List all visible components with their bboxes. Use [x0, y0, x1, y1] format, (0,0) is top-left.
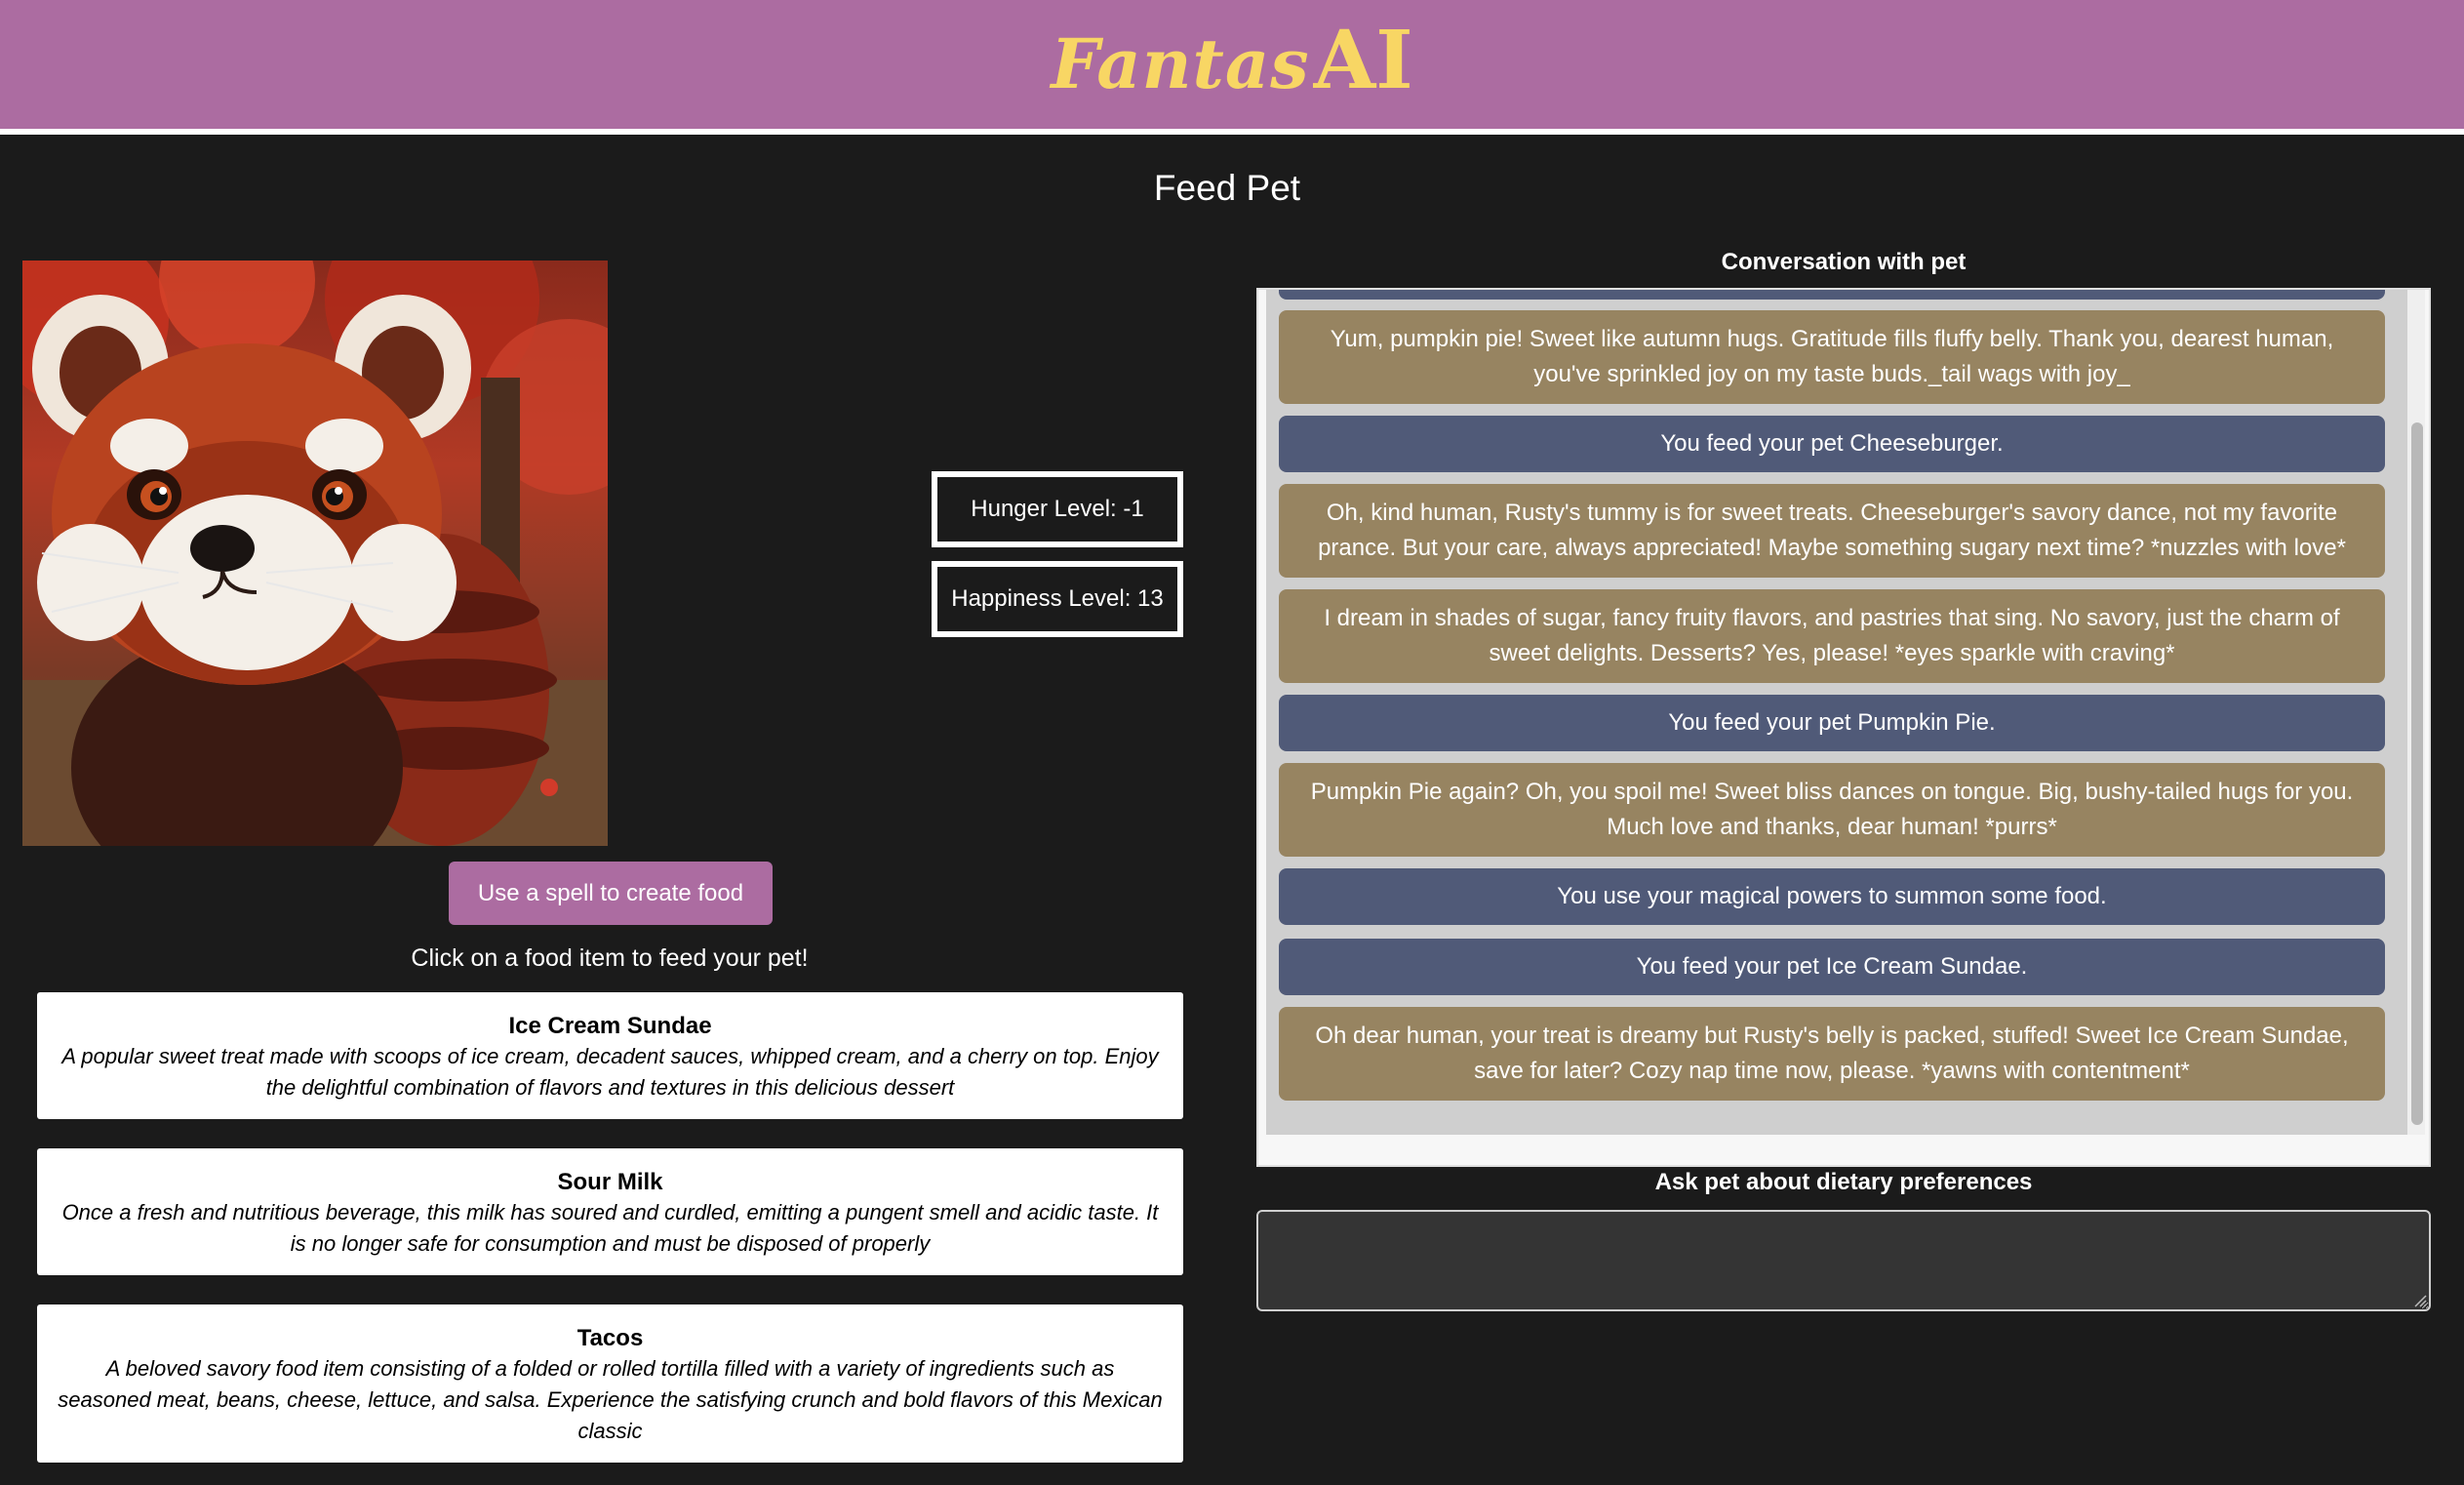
top-bar: FantasAI	[0, 0, 2464, 135]
chat-message-pet: Pumpkin Pie again? Oh, you spoil me! Swe…	[1279, 763, 2385, 857]
logo-ai-text: AI	[1313, 14, 1413, 107]
conversation-scrollbar[interactable]	[2407, 290, 2425, 1135]
chat-message-pet: Yum, pumpkin pie! Sweet like autumn hugs…	[1279, 310, 2385, 404]
red-panda-image	[22, 261, 608, 846]
conversation-label: Conversation with pet	[1721, 249, 1967, 275]
page-title: Feed Pet	[1153, 168, 1301, 208]
chat-message-user: You feed your pet Cheeseburger.	[1279, 416, 2385, 472]
app-logo[interactable]: FantasAI	[0, 14, 2464, 107]
scrollbar-thumb[interactable]	[2411, 422, 2423, 1125]
food-name: Tacos	[576, 1325, 644, 1351]
chat-message-pet: Oh, kind human, Rusty's tummy is for swe…	[1279, 484, 2385, 578]
ask-label: Ask pet about dietary preferences	[1654, 1169, 2033, 1195]
chat-message-user	[1279, 290, 2385, 300]
happiness-level: Happiness Level: 13	[932, 561, 1183, 637]
create-food-spell-button[interactable]: Use a spell to create food	[449, 862, 773, 925]
conversation-panel[interactable]: Yum, pumpkin pie! Sweet like autumn hugs…	[1256, 288, 2431, 1167]
conversation-list[interactable]: Yum, pumpkin pie! Sweet like autumn hugs…	[1266, 290, 2407, 1135]
chat-message-pet: I dream in shades of sugar, fancy fruity…	[1279, 589, 2385, 683]
food-name: Ice Cream Sundae	[508, 1013, 712, 1039]
food-item-tacos[interactable]: Tacos A beloved savory food item consist…	[37, 1304, 1183, 1463]
chat-message-user: You feed your pet Ice Cream Sundae.	[1279, 939, 2385, 995]
food-name: Sour Milk	[557, 1169, 663, 1195]
hunger-level: Hunger Level: -1	[932, 471, 1183, 547]
food-description: Once a fresh and nutritious beverage, th…	[61, 1200, 1159, 1256]
chat-message-user: You use your magical powers to summon so…	[1279, 868, 2385, 925]
food-item-ice-cream-sundae[interactable]: Ice Cream Sundae A popular sweet treat m…	[37, 992, 1183, 1119]
chat-message-user: You feed your pet Pumpkin Pie.	[1279, 695, 2385, 751]
logo-script-text: Fantas	[1051, 23, 1310, 104]
food-description: A popular sweet treat made with scoops o…	[61, 1044, 1159, 1100]
feed-instruction: Click on a food item to feed your pet!	[411, 944, 809, 972]
chat-message-pet: Oh dear human, your treat is dreamy but …	[1279, 1007, 2385, 1101]
resize-grip-icon[interactable]	[2413, 1294, 2427, 1307]
food-description: A beloved savory food item consisting of…	[58, 1356, 1163, 1443]
ask-pet-input[interactable]	[1256, 1210, 2431, 1311]
food-item-sour-milk[interactable]: Sour Milk Once a fresh and nutritious be…	[37, 1148, 1183, 1275]
